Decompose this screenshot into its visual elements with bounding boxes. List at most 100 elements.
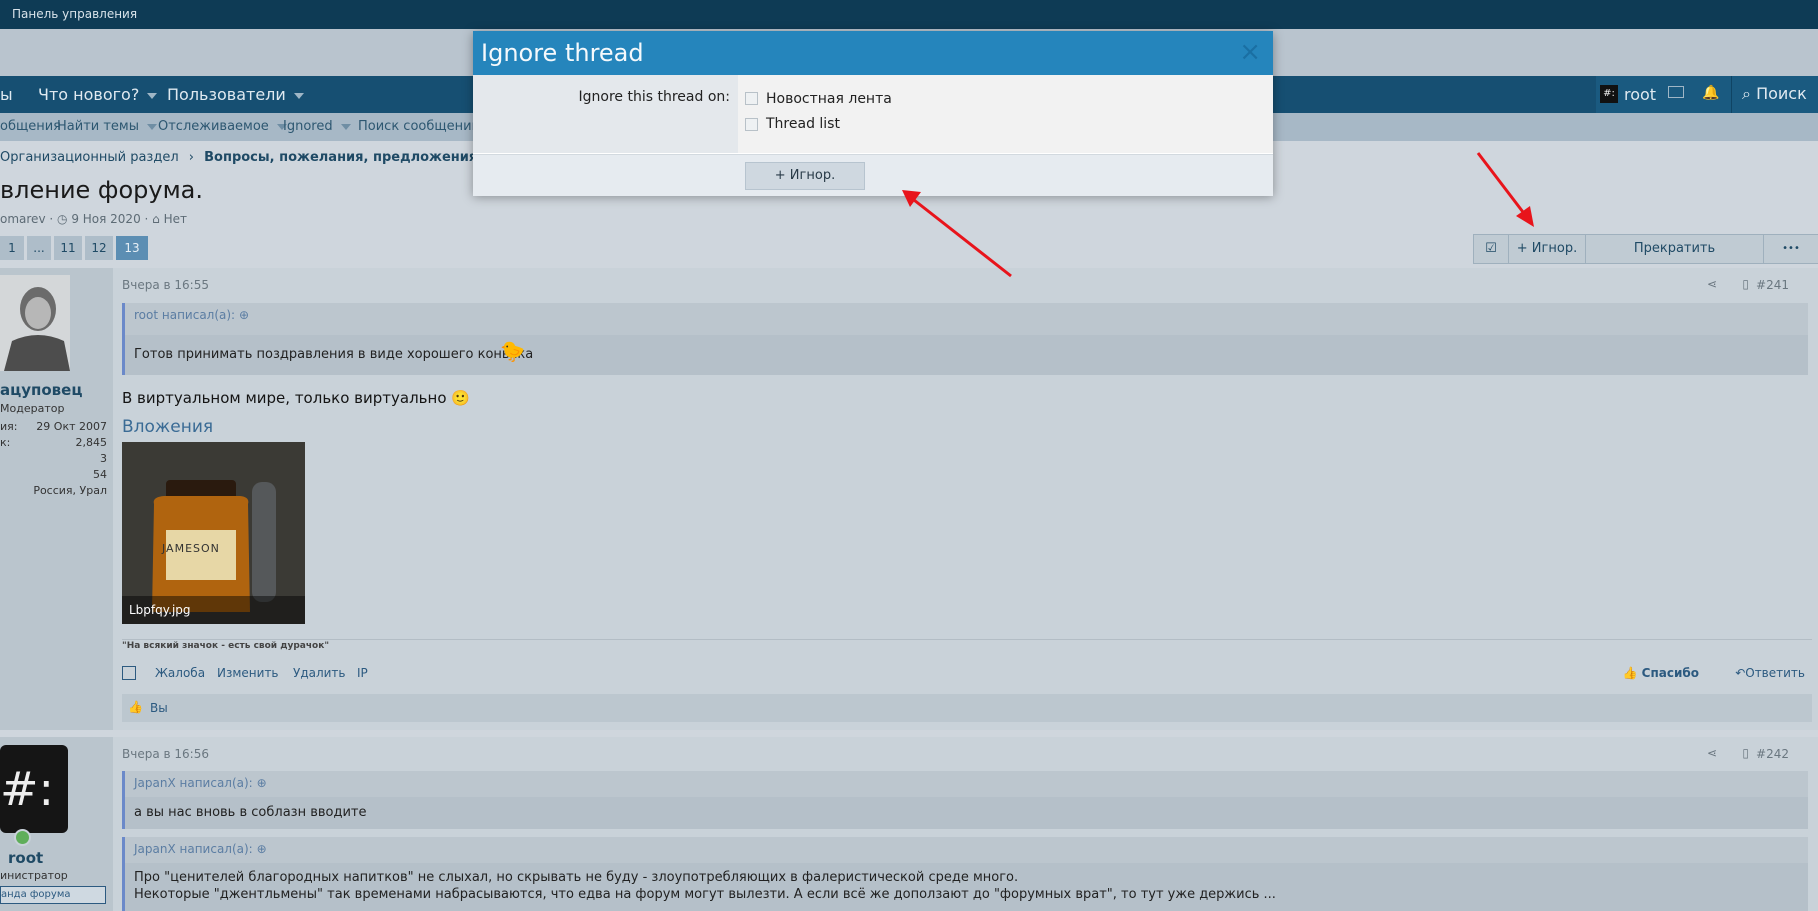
close-icon[interactable]: × (1239, 37, 1261, 67)
post-number[interactable]: #241 (1756, 278, 1789, 292)
post-time[interactable]: Вчера в 16:55 (122, 278, 209, 292)
checkbox-icon: ☑ (1485, 241, 1497, 256)
dialog-footer: + Игнор. (473, 154, 1273, 196)
post-241: ацуповец Модератор ия: 29 Окт 2007 к: 2,… (0, 268, 1818, 730)
post-content: Вчера в 16:55 #241 ⋖ ▯ root написал(а): … (113, 268, 1813, 730)
quote-author-text: JapanX написал(а): (134, 776, 253, 790)
page-title: вление форума. (0, 176, 204, 204)
page-link[interactable]: 11 (54, 236, 82, 260)
avatar[interactable]: #: (0, 745, 68, 833)
user-location: Россия, Урал (33, 484, 107, 497)
nav-label: Пользователи (167, 85, 286, 104)
ip-link[interactable]: IP (357, 666, 368, 680)
account-name[interactable]: root (1624, 85, 1656, 104)
quote-author-text: root написал(а): (134, 308, 236, 322)
quote-block: root написал(а): ⊕ Готов принимать поздр… (122, 303, 1808, 375)
chevron-down-icon[interactable] (293, 92, 304, 99)
news-feed-option-label[interactable]: Новостная лента (766, 91, 892, 107)
divider (1731, 76, 1732, 113)
thread-date[interactable]: 9 Ноя 2020 (71, 212, 140, 226)
search-link[interactable]: ⌕ Поиск (1742, 84, 1807, 104)
bottle-label: JAMESON (162, 542, 220, 555)
ignore-thread-dialog: Ignore thread × Ignore this thread on: Н… (473, 31, 1273, 196)
delete-link[interactable]: Удалить (293, 666, 346, 680)
breadcrumb-item[interactable]: Организационный раздел (0, 150, 179, 165)
subnav-find-threads[interactable]: Найти темы (57, 119, 157, 134)
reaction-users[interactable]: Вы (150, 701, 168, 715)
thread-tags: Нет (163, 212, 188, 226)
page-link[interactable]: 12 (85, 236, 113, 260)
bell-icon[interactable]: 🔔 (1702, 85, 1719, 101)
select-post-checkbox[interactable] (122, 666, 136, 680)
search-label: Поиск (1756, 84, 1807, 103)
thread-author[interactable]: omarev (0, 212, 46, 226)
chevron-down-icon (147, 123, 157, 130)
page-ellipsis[interactable]: ... (27, 236, 51, 260)
page-current[interactable]: 13 (116, 236, 148, 260)
subnav-new-posts[interactable]: общения (0, 119, 61, 134)
quote-author[interactable]: JapanX написал(а): ⊕ (134, 842, 267, 856)
post-number[interactable]: #242 (1756, 747, 1789, 761)
stat-value: 54 (93, 468, 107, 481)
attachment-thumbnail[interactable]: JAMESON Lbpfqy.jpg (122, 442, 305, 624)
breadcrumb-item[interactable]: Вопросы, пожелания, предложения. (204, 150, 482, 165)
quote-author[interactable]: JapanX написал(а): ⊕ (134, 776, 267, 790)
news-feed-checkbox[interactable] (745, 92, 758, 105)
nav-item-forums[interactable]: ы (0, 85, 13, 104)
quote-body: а вы нас вновь в соблазн вводите (125, 797, 1808, 829)
nav-item-users[interactable]: Пользователи (167, 85, 304, 104)
attachment-caption-bar: Lbpfqy.jpg (122, 596, 305, 624)
post-username[interactable]: ацуповец (0, 381, 82, 399)
select-thread-toggle[interactable]: ☑ (1473, 234, 1509, 264)
bookmark-icon[interactable]: ▯ (1742, 746, 1749, 760)
signature: "На всякий значок - есть свой дурачок" (122, 641, 330, 651)
user-role: инистратор (0, 869, 68, 882)
mail-icon[interactable] (1668, 86, 1684, 98)
subnav-ignored[interactable]: Ignored (283, 119, 351, 134)
thread-list-option-label[interactable]: Thread list (766, 116, 840, 132)
subnav-label: Найти темы (57, 119, 139, 134)
unwatch-thread-button[interactable]: Прекратить отслеживание (1585, 234, 1764, 284)
bookmark-icon[interactable]: ▯ (1742, 277, 1749, 291)
subnav-watched[interactable]: Отслеживаемое (158, 119, 287, 134)
smiley-icon: 🙂 (451, 389, 470, 407)
dialog-field-label: Ignore this thread on: (578, 89, 730, 105)
post-body-text: В виртуальном мире, только виртуально (122, 389, 447, 407)
quote-text: Некоторые "джентльмены" так временами на… (134, 887, 1276, 902)
stat-label: ия: (0, 420, 18, 433)
post-username[interactable]: root (8, 849, 43, 867)
smiley-icon: 🐤 (500, 339, 525, 363)
chevron-down-icon (340, 123, 351, 130)
subnav-search-posts[interactable]: Поиск сообщений (358, 119, 480, 134)
report-link[interactable]: Жалоба (155, 666, 205, 680)
quote-body: Про "ценителей благородных напитков" не … (125, 863, 1808, 911)
chevron-down-icon[interactable] (147, 92, 158, 99)
ignore-thread-button[interactable]: + Игнор. (1508, 234, 1586, 264)
thread-list-checkbox[interactable] (745, 118, 758, 131)
like-button[interactable]: 👍 Спасибо (1623, 666, 1699, 680)
share-icon[interactable]: ⋖ (1707, 746, 1717, 760)
quote-author-text: JapanX написал(а): (134, 842, 253, 856)
share-icon[interactable]: ⋖ (1707, 277, 1717, 291)
thumbs-up-icon: 👍 (1622, 666, 1638, 680)
reply-button[interactable]: ↶Ответить (1735, 666, 1805, 680)
dialog-header: Ignore thread × (473, 31, 1273, 75)
admin-topbar: Панель управления (0, 0, 1818, 29)
clock-icon: ◷ (57, 212, 68, 226)
stat-value: 2,845 (75, 436, 108, 449)
post-time[interactable]: Вчера в 16:56 (122, 747, 209, 761)
nav-item-whats-new[interactable]: Что нового? (38, 85, 158, 104)
avatar-icon[interactable]: #: (1600, 85, 1618, 103)
admin-panel-link[interactable]: Панель управления (12, 7, 137, 21)
user-role: Модератор (0, 402, 65, 415)
page-link[interactable]: 1 (0, 236, 24, 260)
avatar[interactable] (0, 275, 70, 371)
dialog-label-column: Ignore this thread on: (473, 75, 738, 153)
quote-author[interactable]: root написал(а): ⊕ (134, 308, 249, 322)
stat-label: к: (0, 436, 11, 449)
more-options-icon[interactable]: ••• (1763, 234, 1818, 264)
ignore-submit-button[interactable]: + Игнор. (745, 162, 865, 190)
subnav-label: Отслеживаемое (158, 119, 269, 134)
edit-link[interactable]: Изменить (217, 666, 279, 680)
chevron-right-icon: › (188, 150, 194, 165)
